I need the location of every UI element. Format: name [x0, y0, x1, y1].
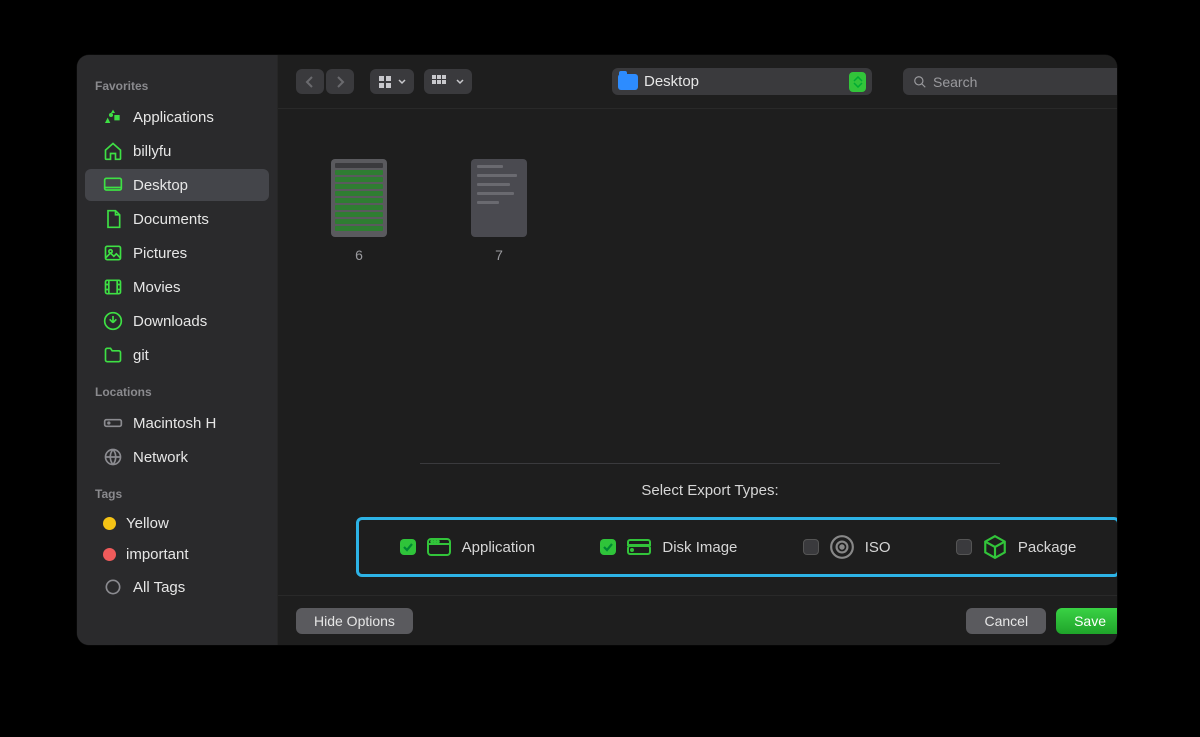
iso-icon — [829, 536, 855, 558]
apps-icon — [103, 107, 123, 127]
group-mode-button[interactable] — [424, 69, 472, 94]
sidebar-item-git[interactable]: git — [85, 339, 269, 371]
save-button[interactable]: Save — [1056, 608, 1117, 634]
sidebar-item-home[interactable]: billyfu — [85, 135, 269, 167]
checkbox-icon[interactable] — [803, 539, 819, 555]
file-thumbnail — [331, 159, 387, 237]
stepper-icon — [849, 72, 866, 92]
sidebar-item-label: Downloads — [133, 313, 207, 330]
view-mode-icon-button[interactable] — [370, 69, 414, 94]
tag-dot-icon — [103, 548, 116, 561]
hide-options-button[interactable]: Hide Options — [296, 608, 413, 634]
sidebar-item-label: important — [126, 546, 189, 563]
export-types-highlight: Application Disk Image ISO — [356, 517, 1117, 577]
home-icon — [103, 141, 123, 161]
sidebar-item-label: Movies — [133, 279, 181, 296]
nav-back-button[interactable] — [296, 69, 324, 94]
export-option-disk-image[interactable]: Disk Image — [600, 536, 737, 558]
export-option-label: Application — [462, 539, 535, 556]
sidebar-tag-all[interactable]: All Tags — [85, 571, 269, 603]
search-field[interactable] — [903, 68, 1117, 95]
export-option-label: Package — [1018, 539, 1076, 556]
export-types-label: Select Export Types: — [300, 482, 1117, 499]
sidebar-item-macintosh-hd[interactable]: Macintosh H — [85, 407, 269, 439]
sidebar-item-movies[interactable]: Movies — [85, 271, 269, 303]
save-dialog-window: Favorites Applications billyfu Desktop D… — [77, 55, 1117, 645]
file-name: 7 — [495, 247, 503, 263]
sidebar-item-label: Applications — [133, 109, 214, 126]
dialog-footer: Hide Options Cancel Save — [278, 595, 1117, 645]
sidebar-item-label: Documents — [133, 211, 209, 228]
nav-forward-button[interactable] — [326, 69, 354, 94]
export-options-panel: Select Export Types: Application Disk Im… — [278, 453, 1117, 595]
section-header-tags: Tags — [77, 475, 277, 507]
location-popup[interactable]: Desktop — [612, 68, 872, 95]
location-label: Desktop — [644, 73, 843, 90]
chevron-down-icon — [398, 78, 406, 86]
checkbox-icon[interactable] — [600, 539, 616, 555]
sidebar-item-label: Network — [133, 449, 188, 466]
section-header-locations: Locations — [77, 373, 277, 405]
section-header-favorites: Favorites — [77, 69, 277, 99]
sidebar-item-pictures[interactable]: Pictures — [85, 237, 269, 269]
chevron-down-icon — [456, 78, 464, 86]
pictures-icon — [103, 243, 123, 263]
sidebar-item-label: Yellow — [126, 515, 169, 532]
file-browser[interactable]: 6 7 — [278, 109, 1117, 453]
sidebar-item-label: Macintosh H — [133, 415, 216, 432]
globe-icon — [103, 447, 123, 467]
checkbox-icon[interactable] — [956, 539, 972, 555]
cancel-button[interactable]: Cancel — [966, 608, 1046, 634]
sidebar-item-network[interactable]: Network — [85, 441, 269, 473]
sidebar-tag-important[interactable]: important — [85, 540, 269, 569]
desktop-icon — [103, 175, 123, 195]
sidebar-item-desktop[interactable]: Desktop — [85, 169, 269, 201]
sidebar-item-label: Pictures — [133, 245, 187, 262]
file-item[interactable]: 6 — [324, 159, 394, 443]
sidebar: Favorites Applications billyfu Desktop D… — [77, 55, 277, 645]
file-thumbnail — [471, 159, 527, 237]
downloads-icon — [103, 311, 123, 331]
application-icon — [426, 536, 452, 558]
export-option-application[interactable]: Application — [400, 536, 535, 558]
sidebar-item-applications[interactable]: Applications — [85, 101, 269, 133]
sidebar-item-documents[interactable]: Documents — [85, 203, 269, 235]
export-option-package[interactable]: Package — [956, 536, 1076, 558]
folder-icon — [103, 345, 123, 365]
toolbar: Desktop — [278, 55, 1117, 109]
checkbox-icon[interactable] — [400, 539, 416, 555]
all-tags-icon — [103, 577, 123, 597]
file-name: 6 — [355, 247, 363, 263]
package-icon — [982, 536, 1008, 558]
sidebar-item-label: billyfu — [133, 143, 171, 160]
movies-icon — [103, 277, 123, 297]
file-item[interactable]: 7 — [464, 159, 534, 443]
search-icon — [913, 75, 927, 89]
divider — [420, 463, 1000, 464]
folder-icon — [618, 74, 638, 90]
search-input[interactable] — [933, 74, 1114, 90]
document-icon — [103, 209, 123, 229]
export-option-label: ISO — [865, 539, 891, 556]
export-option-label: Disk Image — [662, 539, 737, 556]
hard-drive-icon — [103, 413, 123, 433]
export-option-iso[interactable]: ISO — [803, 536, 891, 558]
sidebar-item-label: git — [133, 347, 149, 364]
sidebar-tag-yellow[interactable]: Yellow — [85, 509, 269, 538]
sidebar-item-label: Desktop — [133, 177, 188, 194]
sidebar-item-downloads[interactable]: Downloads — [85, 305, 269, 337]
sidebar-item-label: All Tags — [133, 579, 185, 596]
tag-dot-icon — [103, 517, 116, 530]
disk-image-icon — [626, 536, 652, 558]
main-panel: Desktop 6 — [277, 55, 1117, 645]
